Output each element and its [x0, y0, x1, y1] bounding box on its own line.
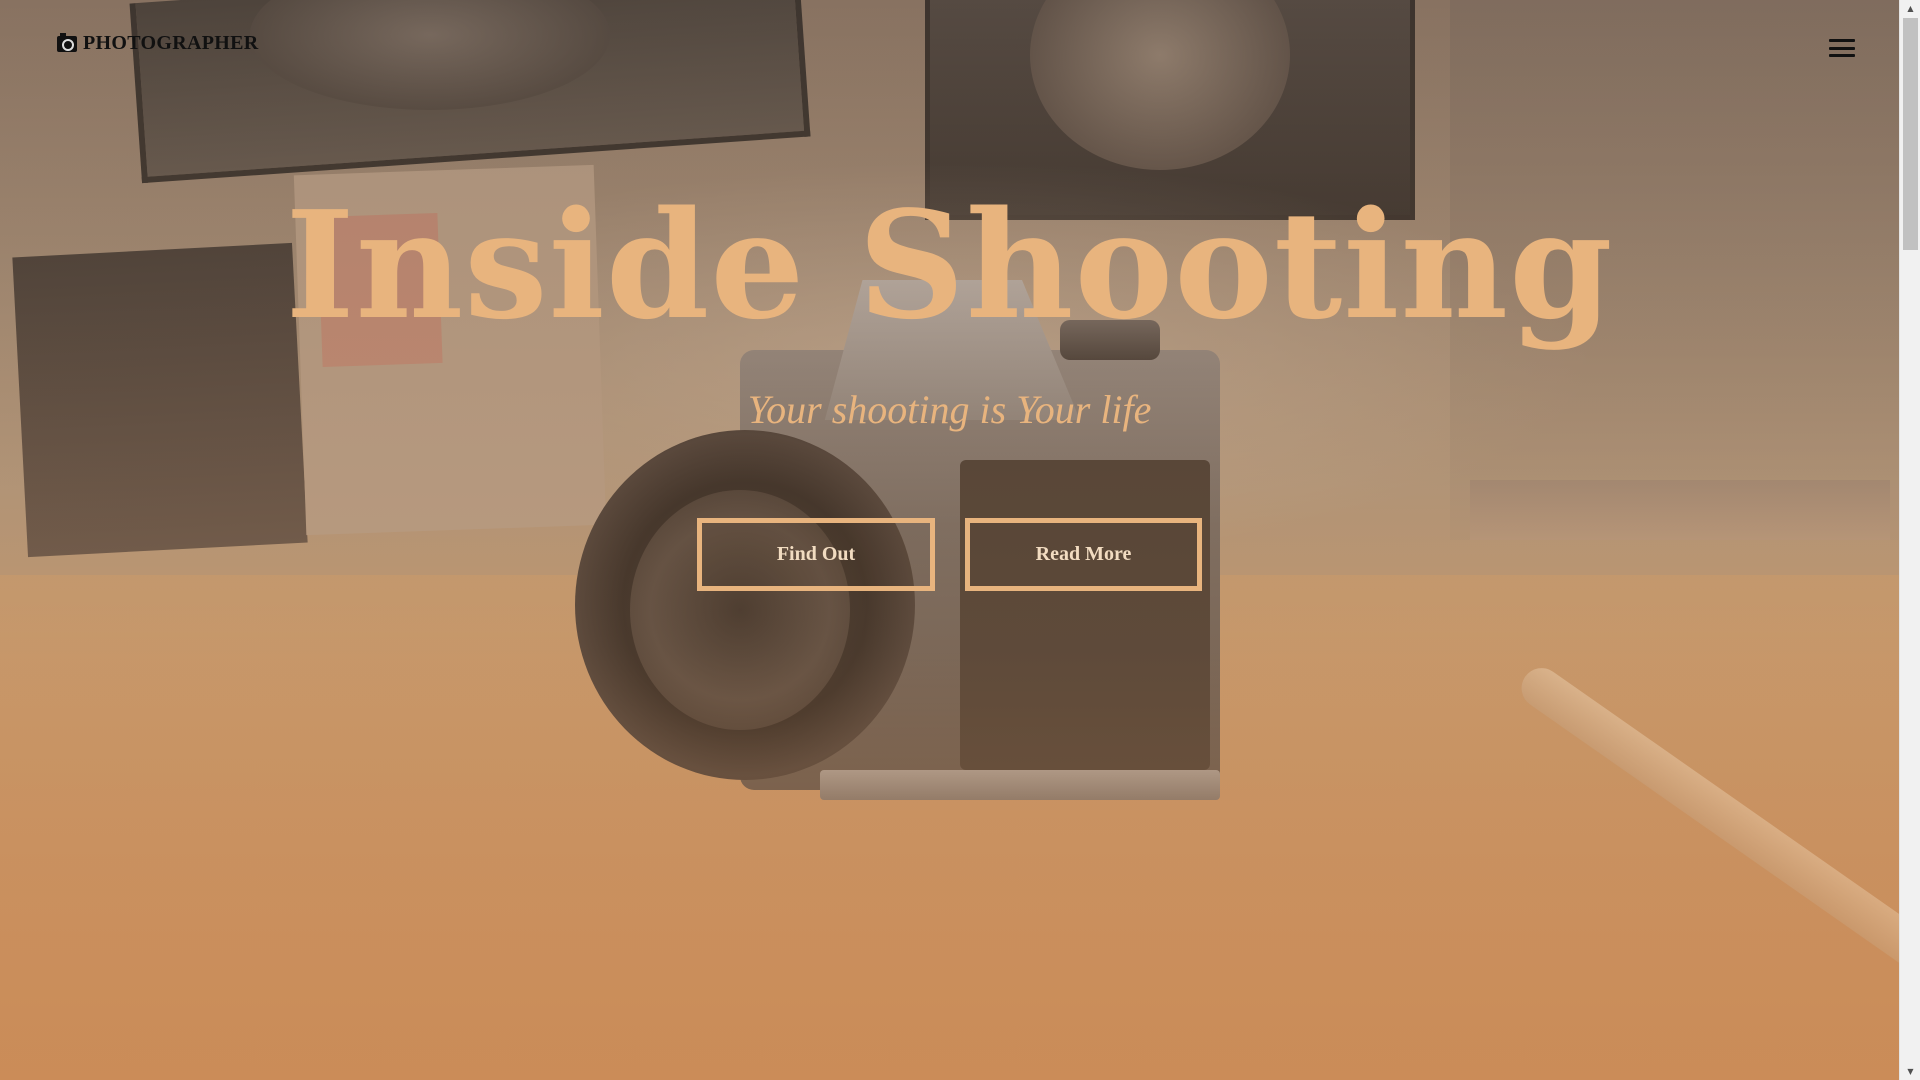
hero-tint-overlay	[0, 0, 1899, 1080]
brand-name: PHOTOGRAPHER	[83, 32, 259, 54]
hero-tagline: Your shooting is Your life	[747, 387, 1152, 432]
hamburger-menu-icon[interactable]	[1829, 38, 1855, 58]
menu-bar-bottom	[1829, 54, 1855, 57]
menu-bar-top	[1829, 39, 1855, 42]
scroll-up-arrow-icon[interactable]: ▲	[1900, 0, 1920, 17]
read-more-button[interactable]: Read More	[965, 518, 1202, 591]
vertical-scrollbar[interactable]: ▲ ▼	[1899, 0, 1920, 1080]
hero-title: Inside Shooting	[285, 178, 1614, 352]
brand-logo-link[interactable]: PHOTOGRAPHER	[57, 32, 258, 55]
camera-icon	[57, 32, 77, 52]
find-out-button[interactable]: Find Out	[697, 518, 935, 591]
page-viewport: PHOTOGRAPHER Inside Shooting Your shooti…	[0, 0, 1899, 1080]
menu-bar-middle	[1829, 46, 1855, 50]
scroll-down-arrow-icon[interactable]: ▼	[1900, 1063, 1920, 1080]
scrollbar-thumb[interactable]	[1903, 18, 1918, 250]
